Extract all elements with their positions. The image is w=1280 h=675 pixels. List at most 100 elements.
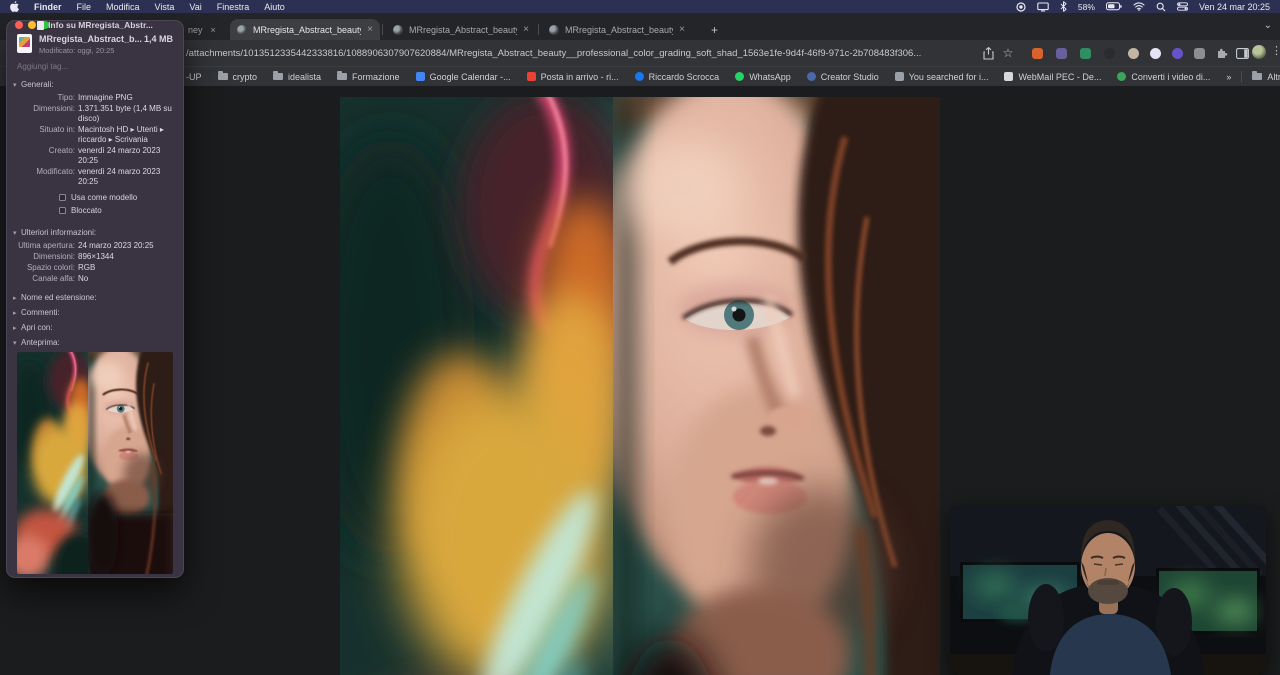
bookmark-whatsapp[interactable]: WhatsApp: [735, 72, 791, 82]
control-center-icon[interactable]: [1176, 2, 1188, 11]
bookmark-facebook[interactable]: Riccardo Scrocca: [634, 71, 720, 82]
tab-label: MRregista_Abstract_beauty_..: [253, 24, 361, 35]
bookmark-label: Riccardo Scrocca: [648, 71, 720, 82]
tab-close-icon[interactable]: ×: [211, 25, 216, 35]
tab-favicon: [549, 24, 559, 35]
tab-3[interactable]: MRregista_Abstract_beauty_.. ×: [542, 19, 692, 40]
wifi-icon[interactable]: [1133, 2, 1145, 11]
presenter-video: [950, 506, 1266, 675]
section-generali: ▾ Generali: Tipo: Immagine PNG Dimensioni:…: [7, 76, 183, 224]
menu-item-vai[interactable]: Vai: [189, 2, 201, 12]
info-window-title: Info su MRregista_Abstr...: [7, 21, 183, 30]
tab-active[interactable]: MRregista_Abstract_beauty_.. ×: [230, 19, 380, 40]
bookmark-webmail-pec[interactable]: WebMail PEC - De...: [1004, 72, 1101, 82]
info-window-titlebar[interactable]: Info su MRregista_Abstr...: [7, 21, 183, 30]
tab-close-icon[interactable]: ×: [679, 24, 685, 35]
gmail-icon: [526, 72, 536, 81]
extension-icon[interactable]: [1056, 48, 1067, 59]
extension-icon[interactable]: [1104, 48, 1115, 59]
macos-menu-bar: Finder File Modifica Vista Vai Finestra …: [0, 0, 1280, 13]
extension-icon[interactable]: [1080, 48, 1091, 59]
bookmark-folder-crypto[interactable]: crypto: [217, 71, 258, 82]
bookmark-up[interactable]: -UP: [186, 72, 202, 82]
extension-icon[interactable]: [1172, 48, 1183, 59]
info-row: Canale alfa: No: [32, 274, 89, 283]
tab-hidden-fragment[interactable]: ney ×: [188, 19, 230, 40]
profile-avatar[interactable]: [1252, 45, 1266, 59]
checkbox-icon[interactable]: [59, 207, 66, 214]
menu-item-modifica[interactable]: Modifica: [106, 2, 140, 12]
section-ulteriori-informazioni: ▾ Ulteriori informazioni: Ultima apertura…: [7, 224, 183, 290]
checkbox-usa-come-modello[interactable]: Usa come modello: [59, 193, 177, 202]
bookmark-label: crypto: [232, 71, 258, 82]
dimensions-value: 896×1344: [78, 252, 114, 261]
extension-key-icon[interactable]: [1128, 48, 1139, 59]
extension-icon[interactable]: [1194, 48, 1205, 59]
section-generali-header[interactable]: ▾ Generali:: [13, 80, 177, 89]
bookmark-label: You searched for i...: [908, 71, 989, 82]
info-row: Ultima apertura: 24 marzo 2023 20:25: [18, 241, 154, 250]
extension-icon[interactable]: [1150, 48, 1161, 59]
menu-item-finestra[interactable]: Finestra: [217, 2, 250, 12]
screen-recording-icon[interactable]: [1016, 1, 1026, 12]
info-row: Creato: venerdì 24 marzo 2023 20:25: [48, 146, 161, 165]
bluetooth-icon[interactable]: [1060, 1, 1067, 12]
calendar-icon: [415, 72, 425, 81]
display-icon[interactable]: [1037, 1, 1049, 12]
tab-2[interactable]: MRregista_Abstract_beauty_.. ×: [386, 19, 536, 40]
folder-icon: [217, 71, 228, 80]
share-icon[interactable]: [980, 45, 996, 61]
bookmarks-overflow-icon[interactable]: »: [1226, 72, 1231, 82]
info-row: Tipo: Immagine PNG: [57, 93, 133, 102]
tab-close-icon[interactable]: ×: [523, 24, 529, 35]
bookmark-star-icon[interactable]: ☆: [1000, 45, 1016, 61]
desktop: Finder File Modifica Vista Vai Finestra …: [0, 0, 1280, 675]
tab-close-icon[interactable]: ×: [367, 24, 373, 35]
section-ulteriori-header[interactable]: ▾ Ulteriori informazioni:: [13, 228, 177, 237]
tags-input[interactable]: Aggiungi tag...: [7, 59, 183, 76]
menu-clock[interactable]: Ven 24 mar 20:25: [1199, 2, 1270, 12]
bookmark-label: idealista: [288, 71, 322, 82]
checkbox-bloccato[interactable]: Bloccato: [59, 206, 177, 215]
address-bar[interactable]: /attachments/1013512335442333816/1088906…: [186, 44, 976, 62]
bookmark-label: Google Calendar -...: [429, 71, 511, 82]
webmail-icon: [1004, 72, 1014, 81]
png-file-icon: [17, 34, 32, 53]
section-nome-ed-estensione[interactable]: ▸ Nome ed estensione:: [7, 290, 183, 305]
menu-item-vista[interactable]: Vista: [155, 2, 175, 12]
extension-icon[interactable]: [1032, 48, 1043, 59]
side-panel-icon[interactable]: [1234, 45, 1250, 61]
section-commenti[interactable]: ▸ Commenti:: [7, 305, 183, 320]
file-modified-summary: Modificato: oggi, 20:25: [39, 46, 115, 55]
other-bookmarks[interactable]: Altri Preferiti: [1252, 71, 1280, 82]
extensions-puzzle-icon[interactable]: [1214, 45, 1230, 61]
browser-menu-kebab-icon[interactable]: ⋮: [1271, 44, 1280, 57]
bookmark-label: Altri Preferiti: [1267, 71, 1280, 82]
file-header: MRregista_Abstract_b... Modificato: oggi…: [7, 29, 183, 59]
bookmark-gmail[interactable]: Posta in arrivo - ri...: [526, 71, 619, 82]
checkbox-icon[interactable]: [59, 194, 66, 201]
apple-menu-icon[interactable]: [10, 1, 19, 12]
new-tab-button[interactable]: +: [706, 21, 723, 38]
tab-search-caret-icon[interactable]: ⌄: [1264, 20, 1272, 31]
whatsapp-icon: [735, 72, 745, 81]
bookmark-google-calendar[interactable]: Google Calendar -...: [415, 71, 511, 82]
tab-label: MRregista_Abstract_beauty_..: [565, 24, 673, 35]
section-apri-con[interactable]: ▸ Apri con:: [7, 320, 183, 335]
bookmark-search-result[interactable]: You searched for i...: [894, 71, 989, 82]
page-icon: [894, 72, 904, 81]
bookmark-label: Posta in arrivo - ri...: [540, 71, 619, 82]
bookmark-folder-formazione[interactable]: Formazione: [337, 71, 400, 82]
menu-item-aiuto[interactable]: Aiuto: [264, 2, 285, 12]
menu-item-file[interactable]: File: [77, 2, 92, 12]
bookmark-creator-studio[interactable]: Creator Studio: [806, 72, 879, 82]
bookmark-label: WhatsApp: [749, 71, 791, 82]
facebook-icon: [634, 72, 644, 81]
battery-icon[interactable]: [1105, 2, 1122, 11]
menu-item-finder[interactable]: Finder: [34, 2, 62, 12]
section-anteprima[interactable]: ▾ Anteprima:: [7, 335, 183, 350]
bookmark-folder-idealista[interactable]: idealista: [273, 71, 322, 82]
spotlight-search-icon[interactable]: [1156, 2, 1166, 12]
bookmark-converti-video[interactable]: Converti i video di...: [1117, 72, 1210, 82]
bookmark-label: Formazione: [352, 71, 400, 82]
